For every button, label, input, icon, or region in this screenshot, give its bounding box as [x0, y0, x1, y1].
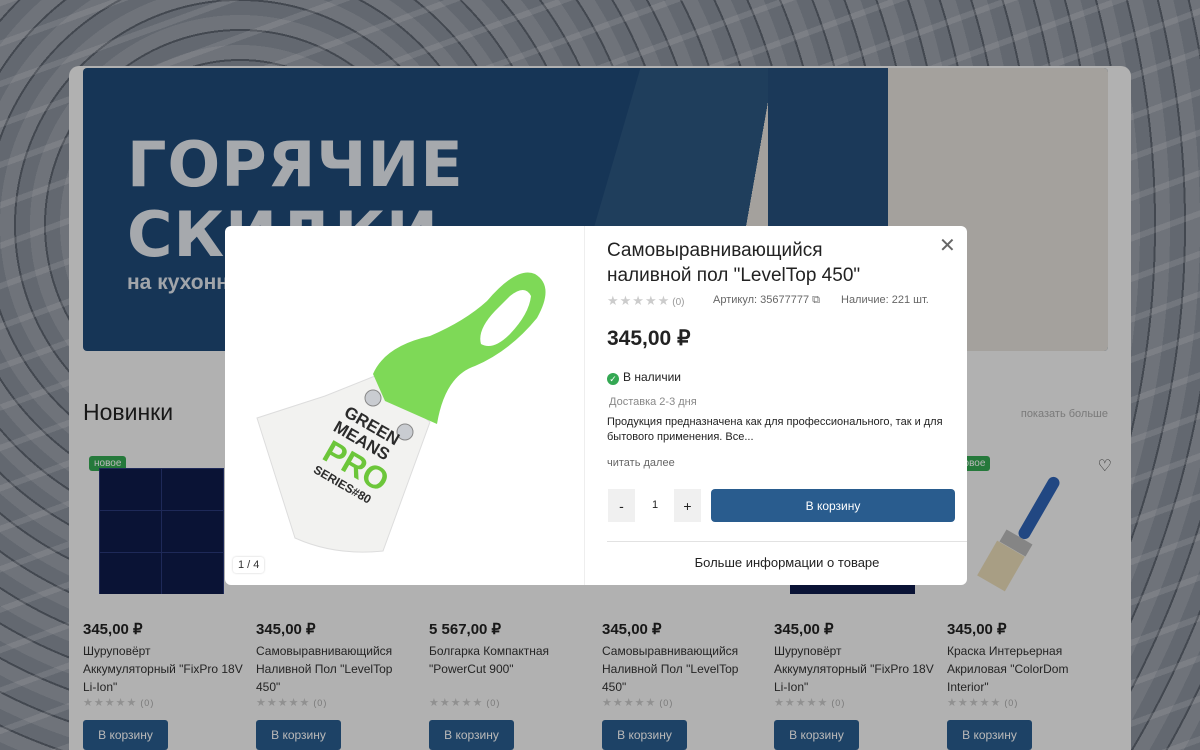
modal-product-title: Самовыравнивающийся наливной пол "LevelT… — [607, 240, 861, 286]
modal-price: 345,00 ₽ — [607, 327, 691, 350]
increase-quantity-button[interactable]: + — [674, 489, 701, 522]
divider — [607, 541, 967, 542]
check-circle-icon: ✓ — [607, 373, 619, 385]
more-info-link[interactable]: Больше информации о товаре — [607, 555, 967, 570]
quick-view-modal: GREEN MEANS PRO SERIES#80 1 / 4 ✕ Самовы… — [225, 226, 967, 585]
delivery-info: Доставка 2-3 дня — [609, 396, 697, 408]
review-count: (0) — [672, 297, 685, 308]
copy-icon[interactable]: ⧉ — [812, 294, 820, 306]
gallery-counter: 1 / 4 — [233, 557, 265, 573]
sku-label: Артикул: 35677777 ⧉ — [713, 294, 820, 307]
quantity-value[interactable]: 1 — [636, 499, 674, 511]
product-description: Продукция предназначена как для професси… — [607, 416, 943, 443]
product-photo-spatula: GREEN MEANS PRO SERIES#80 — [256, 272, 546, 553]
product-meta: ★★★★★ (0) Артикул: 35677777 ⧉ Наличие: 22… — [607, 293, 952, 308]
decrease-quantity-button[interactable]: - — [608, 489, 635, 522]
product-gallery[interactable]: GREEN MEANS PRO SERIES#80 1 / 4 — [225, 226, 585, 585]
availability-status: ✓ В наличии — [607, 370, 681, 385]
quantity-stepper: - 1 + — [608, 489, 701, 522]
close-icon[interactable]: ✕ — [939, 236, 956, 256]
rating-stars: ★★★★★ — [607, 293, 671, 308]
read-more-link[interactable]: читать далее — [607, 457, 675, 469]
add-to-cart-button[interactable]: В корзину — [711, 489, 955, 522]
stock-label: Наличие: 221 шт. — [841, 294, 929, 306]
availability-text: В наличии — [623, 370, 682, 384]
sku-value: Артикул: 35677777 — [713, 294, 810, 306]
